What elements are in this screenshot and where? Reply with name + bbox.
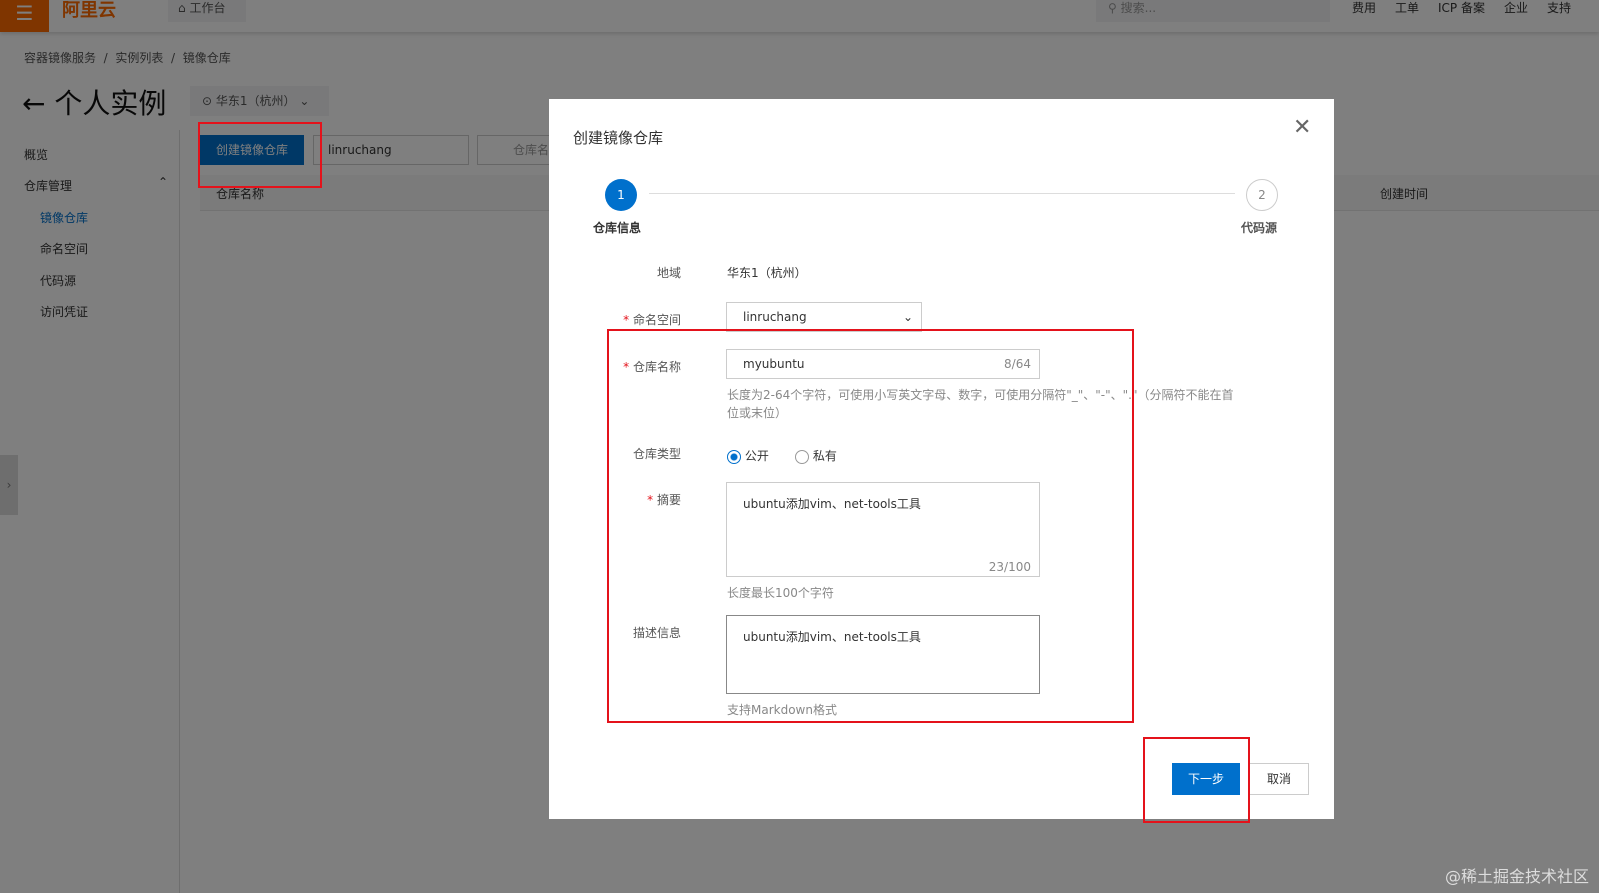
namespace-label: 命名空间 xyxy=(632,313,681,327)
namespace-select[interactable]: linruchang ⌄ xyxy=(726,302,922,332)
namespace-value: linruchang xyxy=(743,310,807,324)
watermark: @稀土掘金技术社区 xyxy=(1444,867,1589,886)
cancel-button[interactable]: 取消 xyxy=(1249,763,1309,795)
required-mark: * xyxy=(623,313,630,327)
step-2-label: 代码源 xyxy=(1241,221,1278,235)
dialog-title: 创建镜像仓库 xyxy=(573,129,664,147)
step-connector xyxy=(649,193,1235,194)
highlight-box xyxy=(198,122,322,188)
step-1-circle: 1 xyxy=(605,179,637,211)
highlight-box xyxy=(1143,737,1250,823)
region-value: 华东1（杭州） xyxy=(727,266,807,280)
region-label: 地域 xyxy=(656,266,681,280)
close-icon[interactable]: ✕ xyxy=(1293,115,1311,140)
highlight-box xyxy=(607,329,1134,723)
chevron-down-icon: ⌄ xyxy=(902,310,913,324)
step-1-label: 仓库信息 xyxy=(593,221,642,235)
step-2-circle: 2 xyxy=(1246,179,1278,211)
